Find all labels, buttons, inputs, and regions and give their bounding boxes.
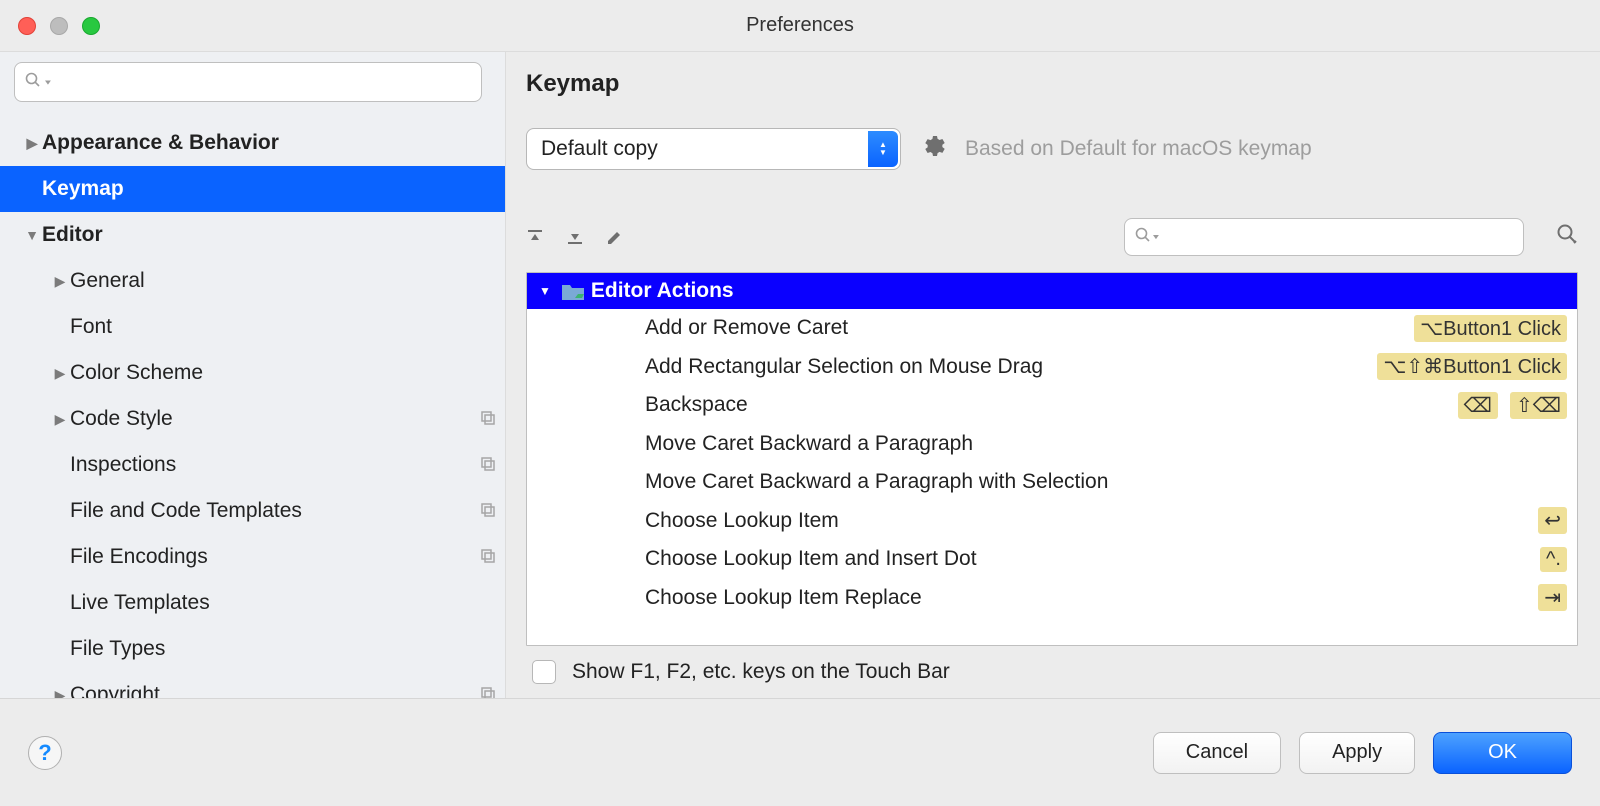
shortcut-badge: ⇧⌫ (1510, 392, 1567, 419)
sidebar-item-file-and-code-templates[interactable]: File and Code Templates (0, 488, 505, 534)
sidebar-item-label: Inspections (70, 453, 479, 477)
shortcut-badge: ⇥ (1538, 584, 1567, 611)
chevron-right-icon: ▶ (50, 411, 70, 428)
action-row[interactable]: Add or Remove Caret ⌥Button1 Click (527, 309, 1577, 348)
action-row[interactable]: Choose Lookup Item ↩ (527, 502, 1577, 541)
main-pane: Keymap Default copy ▲▼ Based on Default … (505, 52, 1600, 698)
sidebar-item-file-types[interactable]: File Types (0, 626, 505, 672)
sidebar-item-live-templates[interactable]: Live Templates (0, 580, 505, 626)
titlebar: Preferences (0, 0, 1600, 52)
keymap-select-value: Default copy (541, 137, 658, 161)
sidebar-item-label: File Encodings (70, 545, 479, 569)
layers-icon (479, 455, 495, 476)
actions-panel: ▼ Editor Actions Add or Remove Caret ⌥But… (526, 272, 1578, 646)
sidebar-item-editor[interactable]: ▼Editor (0, 212, 505, 258)
action-label: Add Rectangular Selection on Mouse Drag (645, 355, 1365, 379)
chevron-right-icon: ▶ (50, 273, 70, 290)
sidebar-item-label: Editor (42, 223, 495, 247)
sidebar-item-file-encodings[interactable]: File Encodings (0, 534, 505, 580)
sidebar-item-label: File Types (70, 637, 495, 661)
ok-button[interactable]: OK (1433, 732, 1572, 774)
sidebar-search-input[interactable]: ▼ (14, 62, 482, 102)
help-button[interactable]: ? (28, 736, 62, 770)
touch-bar-checkbox-label: Show F1, F2, etc. keys on the Touch Bar (572, 660, 950, 684)
action-row[interactable]: Backspace ⌫ ⇧⌫ (527, 386, 1577, 425)
shortcut-badge: ⌥Button1 Click (1414, 315, 1567, 342)
shortcut-badge: ↩ (1538, 507, 1567, 534)
sidebar-item-appearance-behavior[interactable]: ▶Appearance & Behavior (0, 120, 505, 166)
action-label: Choose Lookup Item (645, 509, 1526, 533)
action-row[interactable]: Move Caret Backward a Paragraph (527, 425, 1577, 464)
page-title: Keymap (526, 70, 1578, 98)
shortcut-badge: ^. (1540, 547, 1567, 572)
collapse-all-button[interactable] (566, 228, 584, 246)
edit-icon[interactable] (606, 228, 624, 246)
layers-icon (479, 547, 495, 568)
action-row[interactable]: Move Caret Backward a Paragraph with Sel… (527, 463, 1577, 502)
dialog-footer: ? Cancel Apply OK (0, 698, 1600, 806)
action-label: Move Caret Backward a Paragraph with Sel… (645, 470, 1567, 494)
sidebar-item-label: Color Scheme (70, 361, 495, 385)
sidebar-item-inspections[interactable]: Inspections (0, 442, 505, 488)
action-row[interactable]: Choose Lookup Item Replace ⇥ (527, 579, 1577, 618)
preferences-sidebar: ▼ ▶Appearance & BehaviorKeymap▼Editor▶Ge… (0, 52, 505, 698)
action-label: Choose Lookup Item and Insert Dot (645, 547, 1528, 571)
cancel-button[interactable]: Cancel (1153, 732, 1281, 774)
sidebar-item-font[interactable]: Font (0, 304, 505, 350)
layers-icon (479, 501, 495, 522)
sidebar-item-label: Keymap (42, 177, 495, 201)
action-label: Add or Remove Caret (645, 316, 1402, 340)
sidebar-item-label: Live Templates (70, 591, 495, 615)
sidebar-item-code-style[interactable]: ▶Code Style (0, 396, 505, 442)
search-icon (25, 72, 41, 93)
sidebar-item-keymap[interactable]: Keymap (0, 166, 505, 212)
gear-icon[interactable] (921, 134, 945, 164)
expand-all-button[interactable] (526, 228, 544, 246)
chevron-right-icon: ▶ (50, 365, 70, 382)
group-title: Editor Actions (591, 279, 734, 303)
chevron-right-icon: ▶ (22, 135, 42, 152)
action-label: Choose Lookup Item Replace (645, 586, 1526, 610)
sidebar-item-label: Code Style (70, 407, 479, 431)
apply-button[interactable]: Apply (1299, 732, 1415, 774)
preferences-tree: ▶Appearance & BehaviorKeymap▼Editor▶Gene… (0, 112, 505, 698)
sidebar-item-general[interactable]: ▶General (0, 258, 505, 304)
chevron-down-icon: ▼ (22, 227, 42, 243)
find-by-shortcut-button[interactable] (1556, 223, 1578, 251)
action-row[interactable]: Choose Lookup Item and Insert Dot ^. (527, 540, 1577, 579)
search-history-chevron-icon[interactable]: ▼ (43, 78, 53, 86)
sidebar-item-color-scheme[interactable]: ▶Color Scheme (0, 350, 505, 396)
action-label: Move Caret Backward a Paragraph (645, 432, 1567, 456)
sidebar-item-label: File and Code Templates (70, 499, 479, 523)
layers-icon (479, 685, 495, 699)
shortcut-badge: ⌫ (1458, 392, 1498, 419)
search-icon (1135, 227, 1151, 248)
touch-bar-checkbox[interactable] (532, 660, 556, 684)
action-label: Backspace (645, 393, 1446, 417)
folder-icon (561, 283, 581, 299)
layers-icon (479, 409, 495, 430)
sidebar-item-label: Copyright (70, 683, 479, 698)
filter-actions-input[interactable]: ▼ (1124, 218, 1524, 256)
keymap-select[interactable]: Default copy ▲▼ (526, 128, 901, 170)
sidebar-item-copyright[interactable]: ▶Copyright (0, 672, 505, 698)
based-on-label: Based on Default for macOS keymap (965, 137, 1312, 161)
search-history-chevron-icon[interactable]: ▼ (1151, 233, 1161, 241)
disclosure-triangle-icon: ▼ (539, 284, 551, 298)
shortcut-badge: ⌥⇧⌘Button1 Click (1377, 353, 1567, 380)
chevron-right-icon: ▶ (50, 687, 70, 699)
action-group-header[interactable]: ▼ Editor Actions (527, 273, 1577, 309)
sidebar-item-label: Font (70, 315, 495, 339)
select-arrows-icon: ▲▼ (868, 131, 898, 167)
window-title: Preferences (0, 14, 1600, 37)
sidebar-item-label: Appearance & Behavior (42, 131, 495, 155)
action-row[interactable]: Add Rectangular Selection on Mouse Drag ⌥… (527, 348, 1577, 387)
sidebar-item-label: General (70, 269, 495, 293)
